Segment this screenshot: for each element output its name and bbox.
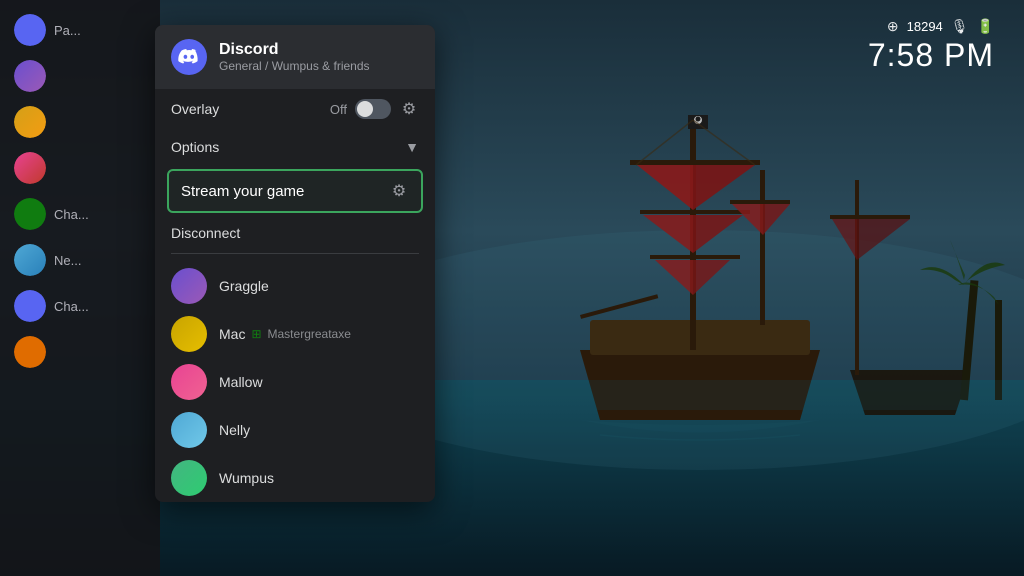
sidebar-avatar-6 xyxy=(14,290,46,322)
avatar-graggle xyxy=(171,268,207,304)
toggle-knob xyxy=(357,101,373,117)
sidebar-item-4[interactable]: Cha... xyxy=(8,194,152,234)
xbox-icon-mac: ⊞ xyxy=(251,327,261,341)
sidebar-avatar-2 xyxy=(14,106,46,138)
options-label: Options xyxy=(171,139,405,155)
overlay-toggle-area[interactable]: Off xyxy=(330,99,391,119)
left-sidebar: Pa... Cha... Ne... Cha... xyxy=(0,0,160,576)
sidebar-label-6: Cha... xyxy=(54,299,89,314)
sidebar-item-5[interactable]: Ne... xyxy=(8,240,152,280)
member-name-mac: Mac xyxy=(219,326,245,342)
discord-header: Discord General / Wumpus & friends xyxy=(155,25,435,89)
sidebar-avatar-7 xyxy=(14,336,46,368)
member-row-mallow[interactable]: Mallow xyxy=(155,358,435,406)
sidebar-label-5: Ne... xyxy=(54,253,81,268)
member-name-mallow: Mallow xyxy=(219,374,263,390)
sidebar-avatar-1 xyxy=(14,60,46,92)
member-name-area-graggle: Graggle xyxy=(219,278,269,294)
avatar-mallow xyxy=(171,364,207,400)
discord-logo-icon xyxy=(171,39,207,75)
overlay-label: Overlay xyxy=(171,101,322,117)
sidebar-item-6[interactable]: Cha... xyxy=(8,286,152,326)
sidebar-avatar-3 xyxy=(14,152,46,184)
avatar-mac xyxy=(171,316,207,352)
member-row-wumpus[interactable]: Wumpus xyxy=(155,454,435,502)
sidebar-item-0[interactable]: Pa... xyxy=(8,10,152,50)
member-gamertag-mac: Mastergreataxe xyxy=(268,327,351,341)
member-row-graggle[interactable]: Graggle xyxy=(155,262,435,310)
mic-icon: 🎙 xyxy=(951,18,969,35)
disconnect-label: Disconnect xyxy=(171,225,240,241)
sidebar-avatar-0 xyxy=(14,14,46,46)
member-name-wumpus: Wumpus xyxy=(219,470,274,486)
hud-top-row: ⊕ 18294 🎙 🔋 xyxy=(868,18,994,35)
sidebar-avatar-5 xyxy=(14,244,46,276)
sidebar-item-7[interactable] xyxy=(8,332,152,372)
overlay-toggle[interactable] xyxy=(355,99,391,119)
disconnect-button[interactable]: Disconnect xyxy=(155,217,435,249)
sidebar-item-3[interactable] xyxy=(8,148,152,188)
battery-icon: 🔋 xyxy=(977,18,994,35)
overlay-settings-gear-icon[interactable]: ⚙ xyxy=(399,99,419,119)
avatar-nelly xyxy=(171,412,207,448)
member-row-mac[interactable]: Mac ⊞ Mastergreataxe xyxy=(155,310,435,358)
member-name-graggle: Graggle xyxy=(219,278,269,294)
avatar-wumpus xyxy=(171,460,207,496)
hud-time: 7:58 PM xyxy=(868,37,994,74)
discord-title-block: Discord General / Wumpus & friends xyxy=(219,41,370,73)
sidebar-item-1[interactable] xyxy=(8,56,152,96)
hud: ⊕ 18294 🎙 🔋 7:58 PM xyxy=(868,18,994,74)
member-row-nelly[interactable]: Nelly xyxy=(155,406,435,454)
members-divider xyxy=(171,253,419,254)
options-row[interactable]: Options ▼ xyxy=(155,129,435,165)
member-name-area-mac: Mac ⊞ Mastergreataxe xyxy=(219,326,351,342)
discord-title: Discord xyxy=(219,41,370,59)
sidebar-label-0: Pa... xyxy=(54,23,81,38)
score-icon: ⊕ xyxy=(887,18,899,35)
overlay-row: Overlay Off ⚙ xyxy=(155,89,435,129)
sidebar-label-4: Cha... xyxy=(54,207,89,222)
stream-label: Stream your game xyxy=(181,183,389,200)
sidebar-avatar-4 xyxy=(14,198,46,230)
discord-subtitle: General / Wumpus & friends xyxy=(219,59,370,73)
member-name-nelly: Nelly xyxy=(219,422,250,438)
sidebar-item-2[interactable] xyxy=(8,102,152,142)
hud-score: 18294 xyxy=(907,19,943,34)
stream-your-game-button[interactable]: Stream your game ⚙ xyxy=(167,169,423,213)
stream-settings-gear-icon[interactable]: ⚙ xyxy=(389,181,409,201)
discord-panel: Discord General / Wumpus & friends Overl… xyxy=(155,25,435,502)
chevron-down-icon: ▼ xyxy=(405,139,419,155)
overlay-toggle-state: Off xyxy=(330,102,347,117)
